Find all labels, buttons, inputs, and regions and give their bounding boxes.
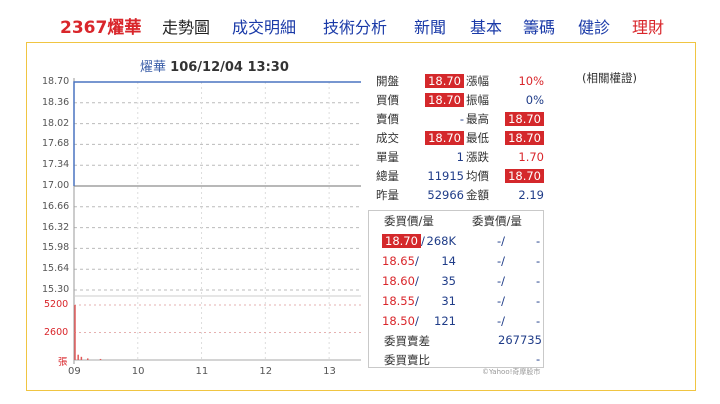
quote-label: 漲跌 [466, 150, 489, 164]
quote-value-highlight: 18.70 [425, 74, 464, 88]
quote-label: 總量 [376, 169, 399, 183]
orderbook-diff-value: 267735 [498, 333, 542, 347]
orderbook-bid-header: 委買價/量 [384, 214, 434, 228]
orderbook-ask-volume: - [536, 274, 541, 288]
orderbook-separator: / [414, 294, 419, 308]
orderbook-ask-volume: - [536, 234, 541, 248]
quote-value: 18.70 [505, 169, 544, 184]
price-tick-label: 17.68 [42, 138, 70, 150]
quote-label: 漲幅 [466, 74, 489, 88]
price-tick-label: 18.70 [42, 76, 70, 87]
quote-value-highlight: 18.70 [505, 131, 544, 145]
price-tick-label: 18.36 [42, 96, 70, 108]
price-tick-label: 17.34 [42, 159, 70, 171]
quote-label: 最高 [466, 112, 489, 126]
orderbook-ask-volume: - [536, 314, 541, 328]
quote-value: 18.70 [505, 112, 544, 127]
price-tick-label: 15.30 [42, 284, 70, 295]
price-line [73, 81, 361, 186]
price-tick-label: 16.32 [42, 221, 70, 233]
quote-value: 1.70 [518, 150, 544, 164]
orderbook-ask-price: -/ [497, 274, 506, 288]
quote-value: 2.19 [518, 188, 544, 202]
quote-value: 18.70 [505, 131, 544, 146]
quote-label: 開盤 [376, 74, 399, 88]
orderbook-bid-volume: 268K [426, 234, 457, 248]
quote-label: 賣價 [376, 112, 399, 126]
quote-label: 成交 [376, 131, 399, 145]
time-tick-label: 12 [259, 366, 273, 377]
orderbook-bid-price: 18.70 [382, 234, 421, 248]
quote-value-highlight: 18.70 [505, 112, 544, 126]
time-tick-label: 09 [68, 366, 81, 377]
price-tick-label: 15.64 [42, 263, 70, 275]
related-warrants-link[interactable]: (相關權證) [582, 70, 637, 86]
orderbook-bid-price: 18.55 [382, 294, 415, 308]
orderbook-bid: 18.65/ [382, 254, 419, 268]
volume-tick-label: 2600 [44, 326, 69, 338]
orderbook-bid-volume: 35 [441, 274, 456, 288]
quote-value: 52966 [427, 188, 464, 202]
quote-value: 0% [525, 93, 544, 107]
price-tick-label: 17.00 [42, 180, 70, 191]
quote-value: 11915 [427, 169, 464, 183]
orderbook-bid-volume: 14 [441, 254, 456, 268]
quote-label: 振幅 [466, 93, 489, 107]
orderbook-ask-header: 委賣價/量 [472, 214, 522, 228]
time-tick-label: 13 [323, 366, 336, 377]
yahoo-credit: ©Yahoo!奇摩股市 [482, 368, 541, 376]
quote-value-highlight: 18.70 [425, 93, 464, 107]
orderbook-bid-price: 18.60 [382, 274, 415, 288]
volume-tick-label: 張 [58, 357, 68, 368]
orderbook-bid-volume: 31 [441, 294, 456, 308]
quote-value-highlight: 18.70 [505, 169, 544, 183]
orderbook-bid-price: 18.65 [382, 254, 415, 268]
orderbook-ratio-value: - [536, 352, 541, 366]
quote-value: 18.70 [425, 93, 464, 108]
orderbook-separator: / [414, 314, 419, 328]
orderbook-bid: 18.70/ [382, 234, 425, 248]
time-tick-label: 10 [131, 366, 145, 377]
orderbook-bid: 18.60/ [382, 274, 419, 288]
price-tick-label: 18.02 [42, 117, 70, 129]
orderbook-ask-price: -/ [497, 294, 506, 308]
orderbook-ask-volume: - [536, 294, 541, 308]
orderbook-bid: 18.50/ [382, 314, 419, 328]
quote-value: 1 [456, 150, 464, 164]
orderbook-separator: / [414, 254, 419, 268]
orderbook-ask-volume: - [536, 254, 541, 268]
orderbook-separator: / [420, 234, 425, 248]
orderbook-separator: / [414, 274, 419, 288]
quote-label: 單量 [376, 150, 399, 164]
orderbook-bid-price: 18.50 [382, 314, 415, 328]
orderbook-ask-price: -/ [497, 234, 506, 248]
orderbook-ask-price: -/ [497, 314, 506, 328]
orderbook-diff-label: 委買賣差 [384, 334, 430, 348]
quote-label: 金額 [466, 188, 489, 202]
time-tick-label: 11 [195, 366, 209, 377]
quote-value: 18.70 [425, 74, 464, 89]
price-tick-label: 16.66 [42, 200, 70, 212]
quote-value: 10% [518, 74, 544, 88]
volume-tick-label: 5200 [44, 299, 69, 310]
price-tick-label: 15.98 [42, 242, 70, 254]
quote-value: 18.70 [425, 131, 464, 146]
orderbook-bid-volume: 121 [434, 314, 456, 328]
quote-label: 昨量 [376, 188, 399, 202]
orderbook-bid: 18.55/ [382, 294, 419, 308]
price-volume-chart [73, 78, 361, 364]
orderbook-ask-price: -/ [497, 254, 506, 268]
quote-label: 最低 [466, 131, 489, 145]
quote-value: - [459, 112, 464, 126]
orderbook-ratio-label: 委買賣比 [384, 353, 430, 367]
quote-label: 均價 [466, 169, 489, 183]
quote-label: 買價 [376, 93, 399, 107]
quote-value-highlight: 18.70 [425, 131, 464, 145]
